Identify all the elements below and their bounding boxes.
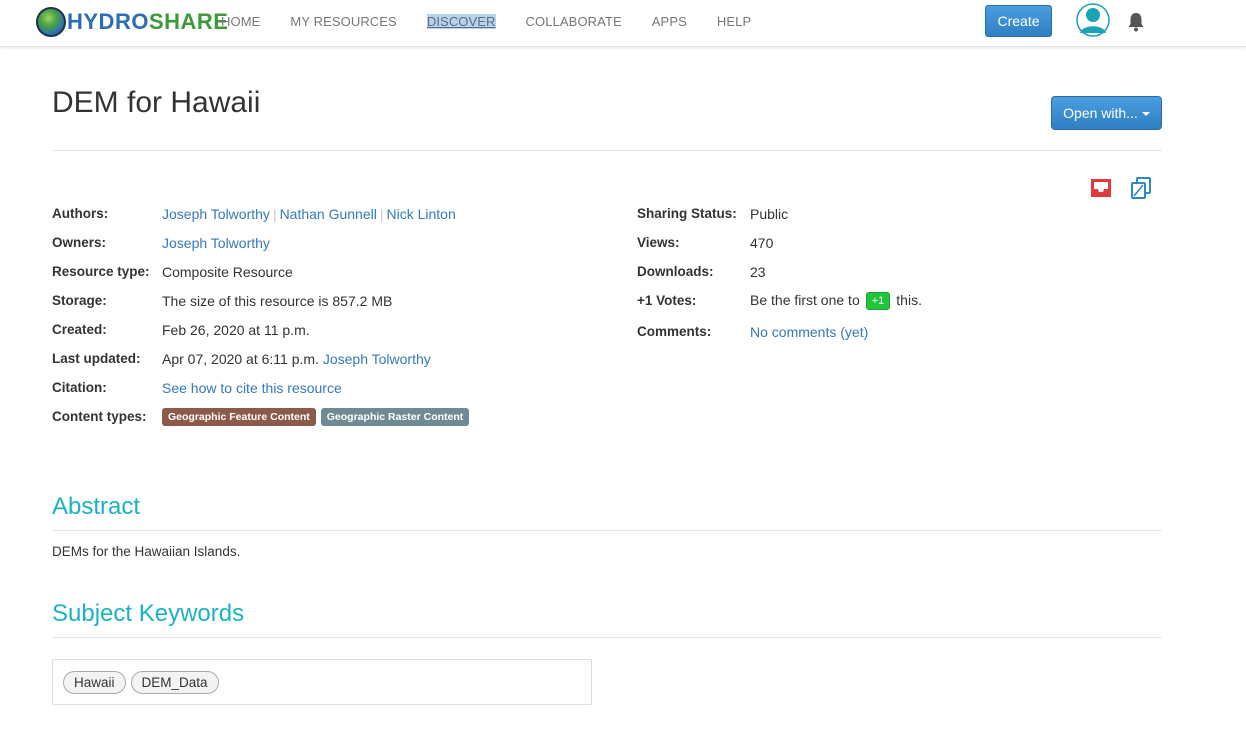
author-separator: | [379, 206, 384, 222]
storage-value: The size of this resource is 857.2 MB [162, 293, 393, 309]
views-value: 470 [750, 235, 774, 251]
downloads-label: Downloads: [637, 264, 714, 279]
keywords-box[interactable]: Hawaii DEM_Data [52, 659, 592, 705]
last-updated-label: Last updated: [52, 351, 141, 366]
content-types-label: Content types: [52, 409, 147, 424]
keyword-tag[interactable]: Hawaii [63, 670, 126, 694]
created-value: Feb 26, 2020 at 11 p.m. [162, 322, 310, 338]
votes-suffix: this. [896, 292, 922, 308]
downloads-value: 23 [750, 264, 766, 280]
nav-discover[interactable]: DISCOVER [426, 13, 496, 29]
updated-by-link[interactable]: Joseph Tolworthy [323, 351, 431, 367]
content-types-value: Geographic Feature Content Geographic Ras… [162, 408, 474, 427]
comments-link[interactable]: No comments (yet) [750, 324, 868, 340]
caret-down-icon [1141, 112, 1150, 117]
keywords-divider [52, 637, 1162, 638]
notification-bell-icon[interactable] [1127, 12, 1145, 32]
nav-collaborate[interactable]: COLLABORATE [526, 14, 622, 29]
authors-value: Joseph Tolworthy | Nathan Gunnell | Nick Lin… [162, 206, 456, 222]
nav-apps[interactable]: APPS [652, 14, 687, 29]
votes-label: +1 Votes: [637, 293, 697, 308]
logo-text-hydro: HYDRO [67, 9, 149, 34]
abstract-heading: Abstract [52, 493, 141, 520]
hydroshare-logo[interactable]: HYDROSHARE [36, 6, 228, 38]
storage-label: Storage: [52, 293, 107, 308]
abstract-text: DEMs for the Hawaiian Islands. [52, 544, 241, 559]
citation-label: Citation: [52, 380, 107, 395]
owners-label: Owners: [52, 235, 107, 250]
author-link[interactable]: Nick Linton [387, 206, 456, 222]
sharing-status-label: Sharing Status: [637, 206, 737, 221]
resource-title: DEM for Hawaii [52, 86, 261, 119]
user-avatar-icon[interactable] [1076, 3, 1110, 37]
comments-label: Comments: [637, 324, 712, 339]
logo-text-share: SHARE [148, 9, 229, 34]
author-link[interactable]: Joseph Tolworthy [162, 206, 270, 222]
top-navbar: HYDROSHARE HOME MY RESOURCES DISCOVER CO… [0, 0, 1246, 47]
resource-type-label: Resource type: [52, 264, 150, 279]
authors-label: Authors: [52, 206, 109, 221]
votes-prefix: Be the first one to [750, 292, 860, 308]
author-separator: | [272, 206, 277, 222]
logo-text: HYDROSHARE [67, 7, 228, 37]
open-with-button[interactable]: Open with... [1051, 96, 1162, 130]
inbox-icon[interactable] [1089, 176, 1113, 200]
created-label: Created: [52, 322, 107, 337]
create-button[interactable]: Create [985, 5, 1052, 37]
nav-links: HOME MY RESOURCES DISCOVER COLLABORATE A… [221, 0, 781, 42]
views-label: Views: [637, 235, 680, 250]
keywords-heading: Subject Keywords [52, 600, 245, 627]
votes-value: Be the first one to +1 this. [750, 292, 922, 311]
owner-link[interactable]: Joseph Tolworthy [162, 235, 270, 251]
open-with-label: Open with... [1063, 105, 1138, 121]
copy-icon[interactable] [1129, 176, 1153, 200]
sharing-status-value: Public [750, 206, 789, 222]
nav-discover-label: DISCOVER [426, 13, 496, 29]
title-divider [52, 150, 1162, 151]
nav-home[interactable]: HOME [221, 14, 260, 29]
nav-my-resources[interactable]: MY RESOURCES [290, 14, 396, 29]
nav-help[interactable]: HELP [717, 14, 751, 29]
citation-link[interactable]: See how to cite this resource [162, 380, 342, 396]
content-type-badge[interactable]: Geographic Raster Content [320, 408, 470, 427]
abstract-divider [52, 530, 1162, 531]
resource-type-value: Composite Resource [162, 264, 293, 280]
last-updated-value: Apr 07, 2020 at 6:11 p.m. Joseph Tolwort… [162, 351, 431, 367]
plus-one-button[interactable]: +1 [865, 292, 891, 311]
keyword-tag[interactable]: DEM_Data [130, 670, 219, 694]
last-updated-date: Apr 07, 2020 at 6:11 p.m. [162, 351, 319, 367]
content-type-badge[interactable]: Geographic Feature Content [162, 408, 316, 427]
author-link[interactable]: Nathan Gunnell [280, 206, 377, 222]
globe-logo-icon [36, 7, 66, 37]
